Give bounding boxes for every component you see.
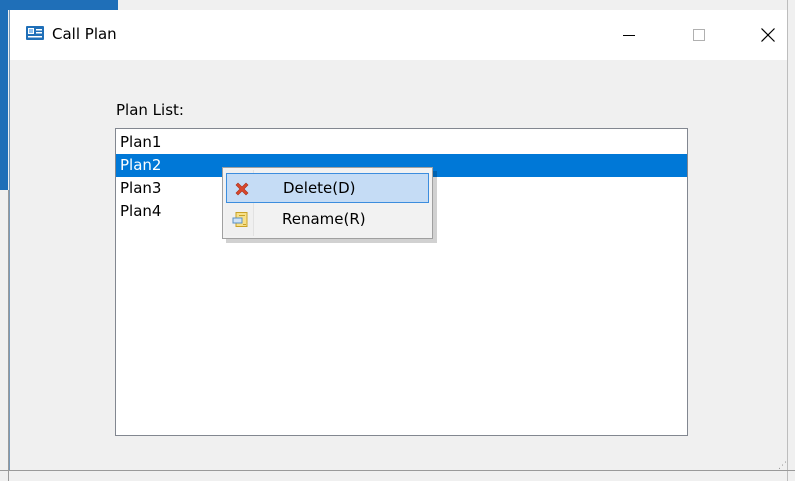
window-title: Call Plan [52, 25, 117, 43]
context-menu-rename-label: Rename(R) [282, 210, 366, 228]
background-window-fragment [0, 0, 8, 190]
screen: Call Plan Plan List: Plan1 Plan2 Plan3 P… [0, 0, 795, 481]
close-icon [761, 28, 775, 42]
minimize-icon [623, 35, 635, 36]
background-divider [787, 0, 788, 481]
context-menu: Delete(D) Rename(R) [222, 167, 433, 239]
close-button[interactable] [745, 10, 791, 60]
maximize-icon [693, 29, 705, 41]
resize-grip[interactable]: ⋰ [778, 462, 787, 471]
background-divider [0, 470, 795, 471]
app-window-icon [26, 26, 44, 40]
rename-icon [232, 212, 248, 227]
context-menu-delete[interactable]: Delete(D) [226, 173, 429, 203]
title-bar[interactable]: Call Plan [10, 10, 787, 60]
delete-icon [235, 182, 249, 196]
list-item-plan1[interactable]: Plan1 [116, 131, 687, 154]
maximize-button[interactable] [676, 10, 722, 60]
plan-list-label: Plan List: [116, 101, 184, 119]
context-menu-delete-label: Delete(D) [283, 179, 356, 197]
context-menu-rename[interactable]: Rename(R) [226, 205, 429, 235]
minimize-button[interactable] [606, 10, 652, 60]
background-window-fragment [8, 0, 118, 10]
